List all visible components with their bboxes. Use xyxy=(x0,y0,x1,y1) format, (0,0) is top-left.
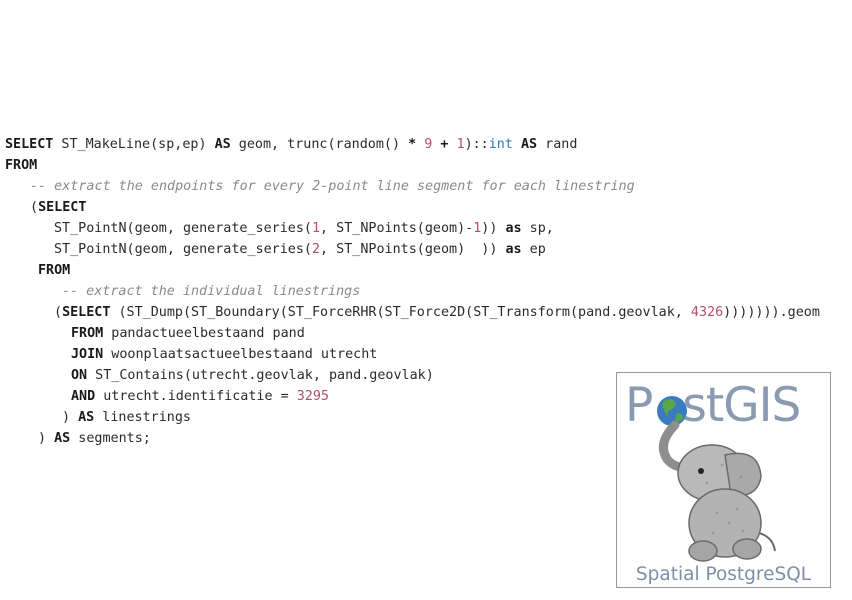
code-token: ST_PointN(geom, generate_series( xyxy=(54,221,312,236)
code-token: (ST_Dump(ST_Boundary(ST_ForceRHR(ST_Forc… xyxy=(110,305,691,320)
code-token: 3295 xyxy=(296,389,329,404)
code-token: , ST_NPoints(geom) )) xyxy=(320,242,506,257)
code-token: ep xyxy=(521,242,546,257)
code-token: )) xyxy=(481,221,506,236)
code-token: linestrings xyxy=(94,410,191,425)
code-token: 4326 xyxy=(690,305,724,320)
code-line: FROM xyxy=(5,155,820,176)
code-token: ( xyxy=(54,305,63,320)
code-token: rand xyxy=(537,137,578,152)
code-token: pandactueelbestaand pand xyxy=(103,326,305,341)
code-keyword: AS xyxy=(521,137,538,152)
code-token: ST_Contains(utrecht.geovlak, pand.geovla… xyxy=(87,368,434,383)
postgis-logo: PstGIS Spatial PostgreSQL xyxy=(616,372,831,588)
code-keyword: AND xyxy=(71,389,96,404)
code-keyword: as xyxy=(505,242,522,257)
code-token: int xyxy=(488,137,513,152)
code-token: ST_PointN(geom, generate_series( xyxy=(54,242,312,257)
code-token: ) xyxy=(38,431,55,446)
code-line: FROM xyxy=(5,260,820,281)
code-keyword: SELECT xyxy=(5,137,54,152)
code-token: 1 xyxy=(311,221,321,236)
code-line: FROM pandactueelbestaand pand xyxy=(5,323,820,344)
code-keyword: AS xyxy=(54,431,71,446)
code-keyword: JOIN xyxy=(71,347,104,362)
code-comment: -- extract the endpoints for every 2-poi… xyxy=(30,179,635,194)
code-keyword: ON xyxy=(71,368,88,383)
code-token: segments; xyxy=(70,431,151,446)
code-token: ST_MakeLine(sp,ep) xyxy=(53,137,215,152)
code-line: JOIN woonplaatsactueelbestaand utrecht xyxy=(5,344,820,365)
code-line: -- extract the endpoints for every 2-poi… xyxy=(5,176,820,197)
logo-title: PstGIS xyxy=(625,378,801,433)
code-token: ( xyxy=(30,200,39,215)
code-line: SELECT ST_MakeLine(sp,ep) AS geom, trunc… xyxy=(5,134,820,155)
code-token: utrecht.identificatie = xyxy=(95,389,297,404)
code-keyword: FROM xyxy=(5,158,38,173)
code-keyword: AS xyxy=(214,137,231,152)
code-token: , ST_NPoints(geom)- xyxy=(320,221,474,236)
code-line: ST_PointN(geom, generate_series(2, ST_NP… xyxy=(5,239,820,260)
code-token: ))))))).geom xyxy=(723,305,820,320)
logo-subtitle: Spatial PostgreSQL xyxy=(635,564,812,585)
code-token: ) xyxy=(62,410,79,425)
code-token: 2 xyxy=(311,242,321,257)
code-keyword: AS xyxy=(78,410,95,425)
code-token: geom, trunc(random() xyxy=(230,137,409,152)
code-keyword: FROM xyxy=(71,326,104,341)
code-line: (SELECT (ST_Dump(ST_Boundary(ST_ForceRHR… xyxy=(5,302,820,323)
code-keyword: FROM xyxy=(38,263,71,278)
code-line: -- extract the individual linestrings xyxy=(5,281,820,302)
code-token: ):: xyxy=(464,137,489,152)
code-keyword: * xyxy=(408,137,417,152)
code-keyword: as xyxy=(505,221,522,236)
code-token: 1 xyxy=(456,137,465,152)
code-comment: -- extract the individual linestrings xyxy=(62,284,361,299)
code-line: ST_PointN(geom, generate_series(1, ST_NP… xyxy=(5,218,820,239)
code-token: sp, xyxy=(521,221,554,236)
code-keyword: SELECT xyxy=(38,200,87,215)
code-token: woonplaatsactueelbestaand utrecht xyxy=(103,347,378,362)
code-line: (SELECT xyxy=(5,197,820,218)
code-keyword: SELECT xyxy=(62,305,111,320)
